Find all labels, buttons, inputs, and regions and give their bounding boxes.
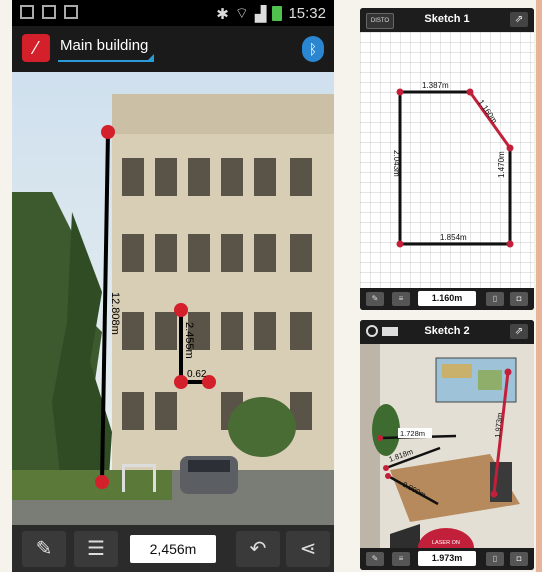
sketch2-header: Sketch 2 ⇗: [360, 320, 534, 344]
sketch2-dim-d1: 1.728m: [400, 429, 425, 438]
sketch1-dim-top: 1.387m: [422, 81, 449, 90]
sketch2-panel: Sketch 2 ⇗ 1.728m 1.818m 0.900m 1.973m L…: [360, 320, 534, 570]
bluetooth-status-icon: ✱: [216, 5, 229, 23]
sketch1-dim-left: 2.043m: [392, 150, 401, 177]
edit-icon[interactable]: ✎: [366, 292, 384, 306]
measure-label-long: 12.808m: [109, 292, 121, 335]
sketch1-footer: ✎ ≡ 1.160m ▯ ◘: [360, 288, 534, 310]
export-icon[interactable]: ⇗: [510, 12, 528, 27]
device-icon[interactable]: ▯: [486, 552, 504, 566]
sketch1-canvas[interactable]: 1.387m 1.160m 2.043m 1.470m 1.854m: [360, 32, 534, 288]
status-bar: ✱ ⌔ ▟ 15:32: [12, 0, 334, 26]
pencil-button[interactable]: ✎: [22, 531, 66, 567]
measure-label-small: 0.62: [187, 369, 207, 380]
sketch1-title: Sketch 1: [424, 13, 470, 25]
camera-icon[interactable]: ◘: [510, 292, 528, 306]
title-underline: [58, 60, 150, 62]
video-icon: [64, 5, 78, 19]
sketch1-dim-right: 1.470m: [497, 151, 506, 178]
page-edge: [536, 0, 542, 572]
bluetooth-button[interactable]: ᛒ: [302, 36, 324, 62]
app-logo-icon[interactable]: ⁄: [22, 34, 50, 62]
measure-point[interactable]: [174, 375, 188, 389]
sketch2-photo[interactable]: 1.728m 1.818m 0.900m 1.973m LASER ON: [360, 344, 534, 548]
sketch2-value: 1.973m: [418, 551, 476, 566]
project-title[interactable]: Main building: [60, 37, 148, 54]
sketch1-dim-bottom: 1.854m: [440, 233, 467, 242]
list-icon[interactable]: ≡: [392, 292, 410, 306]
sketch1-panel: DISTO Sketch 1 ⇗ 1.387m 1.160m 2.043m 1.…: [360, 8, 534, 310]
list-button[interactable]: ☰: [74, 531, 118, 567]
app-title-bar: ⁄ Main building ᛒ: [12, 26, 334, 73]
current-measurement-value: 2,456m: [130, 535, 216, 563]
camera-view[interactable]: 12.808m 2.455m 0.62: [12, 72, 334, 525]
export-icon[interactable]: ⇗: [510, 324, 528, 339]
undo-button[interactable]: ↶: [236, 531, 280, 567]
sketch2-title: Sketch 2: [424, 325, 470, 337]
measure-label-short: 2.455m: [183, 322, 195, 359]
dropdown-corner-icon: [146, 54, 154, 62]
measure-point[interactable]: [174, 303, 188, 317]
camera-icon[interactable]: ◘: [510, 552, 528, 566]
sketch1-header: DISTO Sketch 1 ⇗: [360, 8, 534, 32]
edit-icon[interactable]: ✎: [366, 552, 384, 566]
main-phone-screen: ✱ ⌔ ▟ 15:32 ⁄ Main building ᛒ 12.808m 2.…: [12, 0, 334, 572]
signal-icon: ▟: [254, 5, 267, 23]
bottom-toolbar: ✎ ☰ 2,456m ↶ ⋖: [12, 525, 334, 572]
battery-icon: [272, 6, 283, 21]
measure-point[interactable]: [95, 475, 109, 489]
bush: [228, 397, 296, 457]
image-icon: [42, 5, 56, 19]
plant: [372, 404, 400, 456]
list-icon[interactable]: ≡: [392, 552, 410, 566]
share-button[interactable]: ⋖: [286, 531, 330, 567]
measure-point[interactable]: [101, 125, 115, 139]
notification-icon: [20, 5, 34, 19]
sketch2-footer: ✎ ≡ 1.973m ▯ ◘: [360, 548, 534, 570]
device-icon[interactable]: ▯: [486, 292, 504, 306]
clock: 15:32: [288, 5, 326, 22]
wifi-icon: ⌔: [234, 5, 249, 22]
sketch1-value: 1.160m: [418, 291, 476, 306]
laser-on-label: LASER ON: [432, 540, 460, 546]
